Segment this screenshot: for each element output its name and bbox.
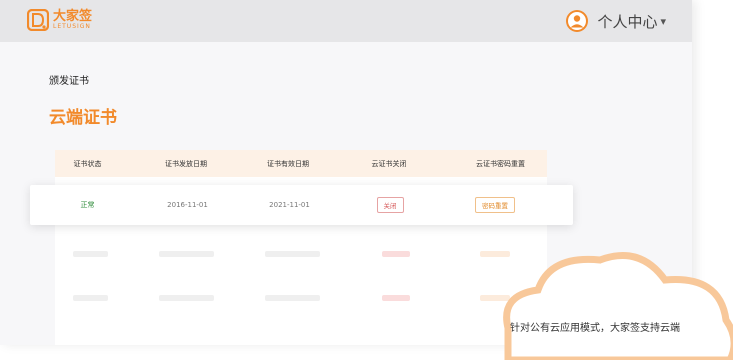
placeholder-bar: [382, 251, 410, 257]
user-avatar-icon: [566, 10, 589, 32]
table-header: 证书状态 证书发放日期 证书有效日期 云证书关闭 云证书密码重置: [55, 150, 547, 177]
breadcrumb: 颁发证书: [49, 76, 89, 87]
placeholder-bar: [159, 251, 214, 257]
placeholder-bar: [382, 295, 410, 301]
reset-cell: 密码重置: [460, 185, 530, 225]
close-button[interactable]: 关闭: [376, 197, 404, 213]
column-header-issue-date: 证书发放日期: [165, 159, 207, 168]
placeholder-bar: [265, 251, 320, 257]
issue-date: 2016-11-01: [167, 201, 208, 209]
column-header-password-reset: 云证书密码重置: [476, 159, 525, 168]
column-header-valid-date: 证书有效日期: [267, 159, 309, 168]
certificate-table: 证书状态 证书发放日期 证书有效日期 云证书关闭 云证书密码重置: [55, 150, 547, 345]
status-text: 正常: [80, 201, 95, 209]
logo[interactable]: 大家签 LETUSIGN: [27, 9, 92, 31]
logo-icon: [27, 9, 49, 31]
chevron-down-icon: ▾: [660, 14, 666, 28]
callout-text: 针对公有云应用模式，大家签支持云端: [510, 323, 680, 334]
table-row[interactable]: 正常 2016-11-01 2021-11-01 关闭 密码重置: [30, 185, 573, 225]
user-center-label: 个人中心: [597, 12, 658, 31]
top-bar: 大家签 LETUSIGN 个人中心 ▾: [0, 0, 692, 42]
valid-date: 2021-11-01: [269, 201, 310, 209]
issue-date-cell: 2016-11-01: [150, 185, 225, 225]
valid-date-cell: 2021-11-01: [252, 185, 327, 225]
column-header-status: 证书状态: [73, 159, 102, 168]
placeholder-bar: [73, 295, 108, 301]
status-badge: 正常: [70, 185, 105, 225]
logo-subtitle: LETUSIGN: [53, 22, 91, 30]
logo-name: 大家签: [53, 8, 93, 24]
placeholder-bar: [73, 251, 108, 257]
placeholder-bar: [265, 295, 320, 301]
password-reset-button[interactable]: 密码重置: [475, 197, 515, 213]
close-cell: 关闭: [365, 185, 415, 225]
cloud-callout-shape: [503, 252, 733, 360]
column-header-close: 云证书关闭: [371, 159, 407, 168]
page-title: 云端证书: [49, 108, 117, 128]
user-menu[interactable]: 个人中心 ▾: [565, 9, 666, 33]
placeholder-bar: [159, 295, 214, 301]
